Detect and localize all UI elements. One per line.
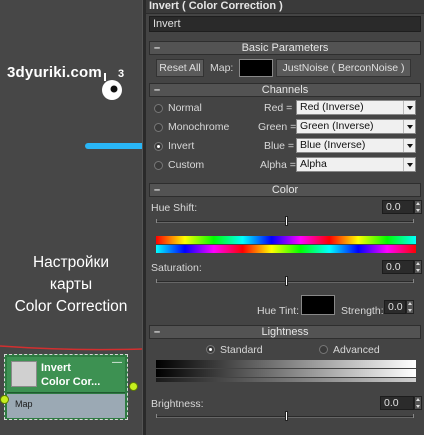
lightness-gradient-strip [156, 378, 416, 382]
blue-channel-label: Blue = [264, 140, 295, 152]
green-channel-label: Green = [258, 121, 297, 133]
red-channel-dropdown[interactable]: Red (Inverse) [296, 100, 416, 115]
node-minimize-button[interactable]: — [112, 358, 122, 368]
rollout-basic-parameters[interactable]: – Basic Parameters [149, 41, 421, 55]
node-slot-label: Map [15, 399, 33, 409]
watermark-logo-text: 3dyuriki.com [7, 64, 102, 81]
slider-tick [413, 279, 414, 283]
node-editor-viewport[interactable]: 3dyuriki.com 3 Настройки карты Color Cor… [0, 0, 147, 435]
radio-normal-label[interactable]: Normal [168, 102, 202, 114]
slider-tick [156, 279, 157, 283]
hue-tint-color-swatch[interactable] [301, 295, 335, 315]
map-label: Map: [210, 62, 234, 74]
node-slot-row[interactable]: Map [7, 394, 125, 418]
radio-monochrome-label[interactable]: Monochrome [168, 121, 229, 133]
output-socket[interactable] [129, 382, 138, 391]
alpha-channel-dropdown[interactable]: Alpha [296, 157, 416, 172]
map-name-field[interactable]: Invert [149, 16, 421, 32]
slider-tick [413, 219, 414, 223]
radio-invert[interactable] [154, 142, 163, 151]
svg-text:3: 3 [118, 68, 124, 80]
wire-connection [0, 345, 142, 351]
saturation-spinner[interactable] [414, 260, 422, 274]
rollout-lightness[interactable]: – Lightness [149, 325, 421, 339]
node-title-line1: Invert [41, 362, 71, 374]
radio-custom-label[interactable]: Custom [168, 159, 204, 171]
reset-all-button[interactable]: Reset All [156, 59, 204, 77]
chevron-down-icon [403, 120, 415, 133]
radio-invert-label[interactable]: Invert [168, 140, 194, 152]
hue-shift-slider-thumb[interactable] [285, 216, 288, 226]
radio-normal[interactable] [154, 104, 163, 113]
logo-mascot-icon: 3 [102, 68, 124, 100]
strength-field[interactable]: 0.0 [384, 300, 406, 314]
radio-advanced-label[interactable]: Advanced [333, 344, 380, 356]
rollout-title: Channels [261, 84, 309, 96]
panel-title: Invert ( Color Correction ) [146, 0, 424, 14]
rollout-color[interactable]: – Color [149, 183, 421, 197]
radio-standard[interactable] [206, 345, 215, 354]
strength-spinner[interactable] [406, 300, 414, 314]
pointer-arrow-icon [85, 143, 147, 149]
caption-line-2: карты [49, 276, 93, 293]
chevron-down-icon [403, 101, 415, 114]
brightness-label: Brightness: [151, 398, 204, 410]
rollout-title: Basic Parameters [241, 42, 329, 54]
parameter-panel: Invert ( Color Correction ) Invert – Bas… [146, 0, 424, 435]
slider-tick [156, 219, 157, 223]
map-slot-button[interactable]: JustNoise ( BerconNoise ) [276, 59, 411, 77]
hue-shift-label: Hue Shift: [151, 202, 198, 214]
hue-spectrum-top [156, 236, 416, 244]
rollout-channels[interactable]: – Channels [149, 83, 421, 97]
saturation-slider-thumb[interactable] [285, 276, 288, 286]
node-header[interactable]: Invert Color Cor... — [7, 357, 125, 393]
lightness-gradient-bottom [156, 369, 416, 377]
hue-tint-label: Hue Tint: [257, 305, 300, 317]
chevron-down-icon [403, 139, 415, 152]
alpha-channel-label: Alpha = [260, 159, 296, 171]
chevron-down-icon [403, 158, 415, 171]
blue-channel-dropdown[interactable]: Blue (Inverse) [296, 138, 416, 153]
slider-tick [156, 414, 157, 418]
node-title-line2: Color Cor... [41, 376, 101, 388]
rollout-title: Lightness [261, 326, 309, 338]
input-socket[interactable] [0, 395, 9, 404]
collapse-icon: – [154, 42, 161, 54]
radio-monochrome[interactable] [154, 123, 163, 132]
slider-tick [413, 414, 414, 418]
map-color-swatch[interactable] [239, 59, 273, 77]
collapse-icon: – [154, 84, 161, 96]
collapse-icon: – [154, 184, 161, 196]
collapse-icon: – [154, 326, 161, 338]
caption-line-1: Настройки [32, 254, 109, 271]
saturation-label: Saturation: [151, 262, 202, 274]
caption-line-3: Color Correction [14, 298, 128, 315]
material-node[interactable]: Invert Color Cor... — Map [4, 354, 128, 420]
node-thumbnail [11, 361, 37, 387]
red-channel-label: Red = [264, 102, 293, 114]
radio-standard-label[interactable]: Standard [220, 344, 263, 356]
green-channel-dropdown[interactable]: Green (Inverse) [296, 119, 416, 134]
strength-label: Strength: [341, 305, 384, 317]
annotation-caption: Настройки карты Color Correction [0, 252, 142, 318]
radio-custom[interactable] [154, 161, 163, 170]
rollout-title: Color [271, 184, 299, 196]
hue-shift-spinner[interactable] [414, 200, 422, 214]
hue-spectrum-bottom [156, 245, 416, 253]
radio-advanced[interactable] [319, 345, 328, 354]
lightness-gradient-top [156, 360, 416, 368]
brightness-slider-thumb[interactable] [285, 411, 288, 421]
brightness-spinner[interactable] [414, 396, 422, 410]
saturation-field[interactable]: 0.0 [382, 260, 414, 274]
hue-shift-field[interactable]: 0.0 [382, 200, 414, 214]
brightness-field[interactable]: 0.0 [380, 396, 414, 410]
